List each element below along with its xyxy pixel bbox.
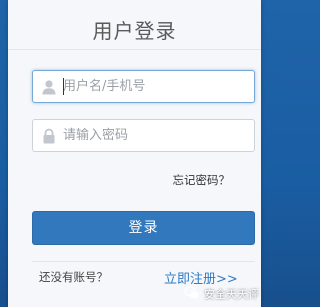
user-icon bbox=[41, 79, 57, 95]
footer-divider bbox=[32, 261, 255, 262]
wechat-icon bbox=[184, 285, 200, 301]
watermark-text: 安全天天评 bbox=[204, 288, 259, 301]
lock-icon bbox=[41, 128, 57, 144]
panel-title: 用户登录 bbox=[92, 19, 177, 43]
password-field[interactable] bbox=[32, 119, 255, 152]
username-input[interactable] bbox=[63, 71, 248, 102]
login-panel: 用户登录 忘记密码？ 登录 还没有账号？ 立即注册>> bbox=[8, 0, 261, 307]
login-button[interactable]: 登录 bbox=[32, 211, 255, 245]
username-field[interactable] bbox=[32, 70, 255, 103]
forgot-password-link[interactable]: 忘记密码？ bbox=[173, 172, 231, 188]
no-account-text: 还没有账号？ bbox=[39, 270, 108, 284]
password-input[interactable] bbox=[63, 120, 248, 151]
watermark: 安全天天评 bbox=[184, 284, 274, 302]
text-caret bbox=[63, 78, 64, 95]
title-divider bbox=[8, 49, 261, 50]
